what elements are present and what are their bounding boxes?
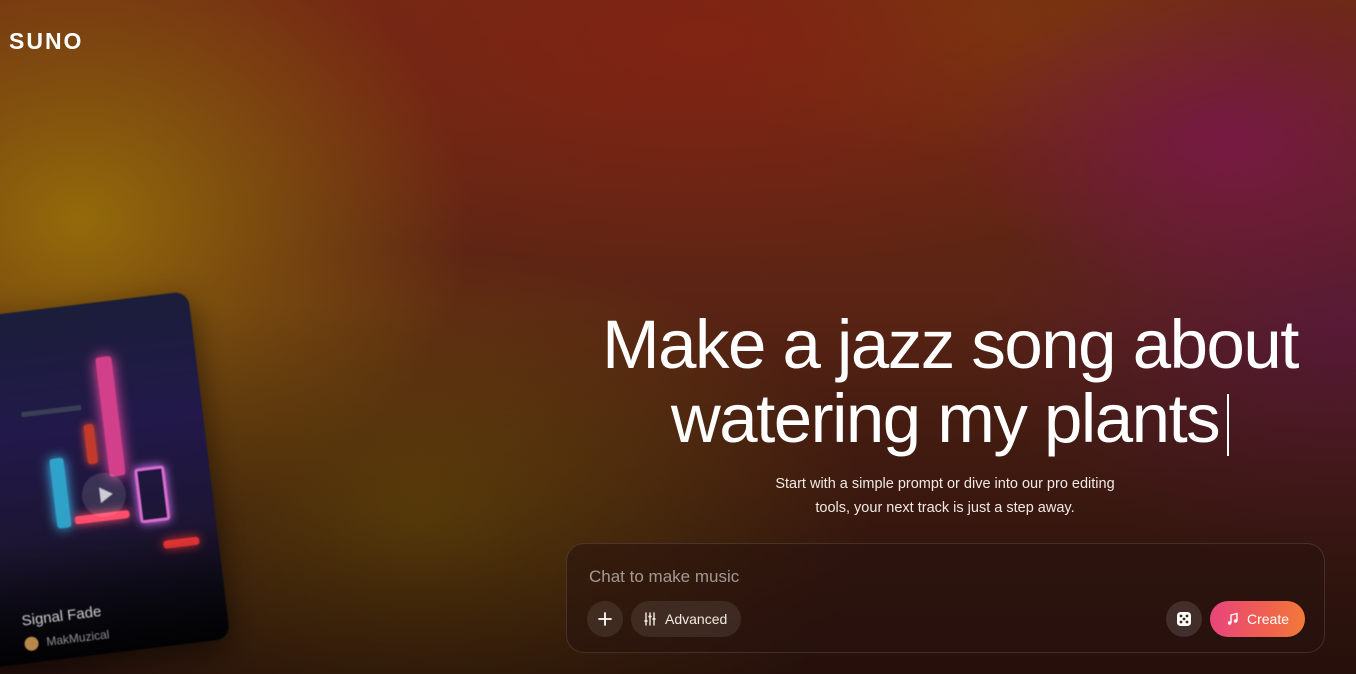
add-button[interactable]: [587, 601, 623, 637]
page: SUNO Signal Fade MakMuzical Make a jazz …: [0, 0, 1356, 674]
suno-logo[interactable]: SUNO: [9, 28, 83, 55]
subtitle-line-2: tools, your next track is just a step aw…: [815, 500, 1075, 516]
featured-song-card[interactable]: Signal Fade MakMuzical: [0, 291, 231, 669]
card-artwork-neon-sign: [49, 457, 72, 529]
advanced-button[interactable]: Advanced: [631, 601, 742, 637]
create-button[interactable]: Create: [1210, 601, 1305, 637]
headline-line-1: Make a jazz song about: [602, 306, 1299, 383]
play-icon: [98, 485, 114, 504]
sliders-icon: [644, 612, 656, 626]
hero-subtitle: Start with a simple prompt or dive into …: [745, 472, 1145, 520]
card-artwork-neon-sign: [83, 423, 99, 465]
random-prompt-button[interactable]: [1166, 601, 1202, 637]
card-artwork-lamp: [21, 404, 82, 418]
card-artwork-neon-sign: [134, 465, 171, 524]
prompt-input[interactable]: [589, 564, 1189, 590]
music-note-icon: [1227, 612, 1238, 625]
advanced-label: Advanced: [665, 611, 728, 627]
create-label: Create: [1246, 611, 1290, 627]
artist-avatar: [23, 635, 40, 652]
plus-icon: [598, 612, 612, 626]
headline-line-2: watering my plants: [560, 382, 1340, 456]
text-caret: [1227, 394, 1230, 456]
hero-headline: Make a jazz song about watering my plant…: [560, 308, 1340, 456]
subtitle-line-1: Start with a simple prompt or dive into …: [775, 476, 1115, 492]
headline-line-2-text: watering my plants: [670, 380, 1221, 457]
card-artwork-neon-sign: [95, 355, 126, 477]
dice-icon: [1177, 612, 1191, 626]
prompt-box: Advanced Create: [566, 543, 1325, 653]
